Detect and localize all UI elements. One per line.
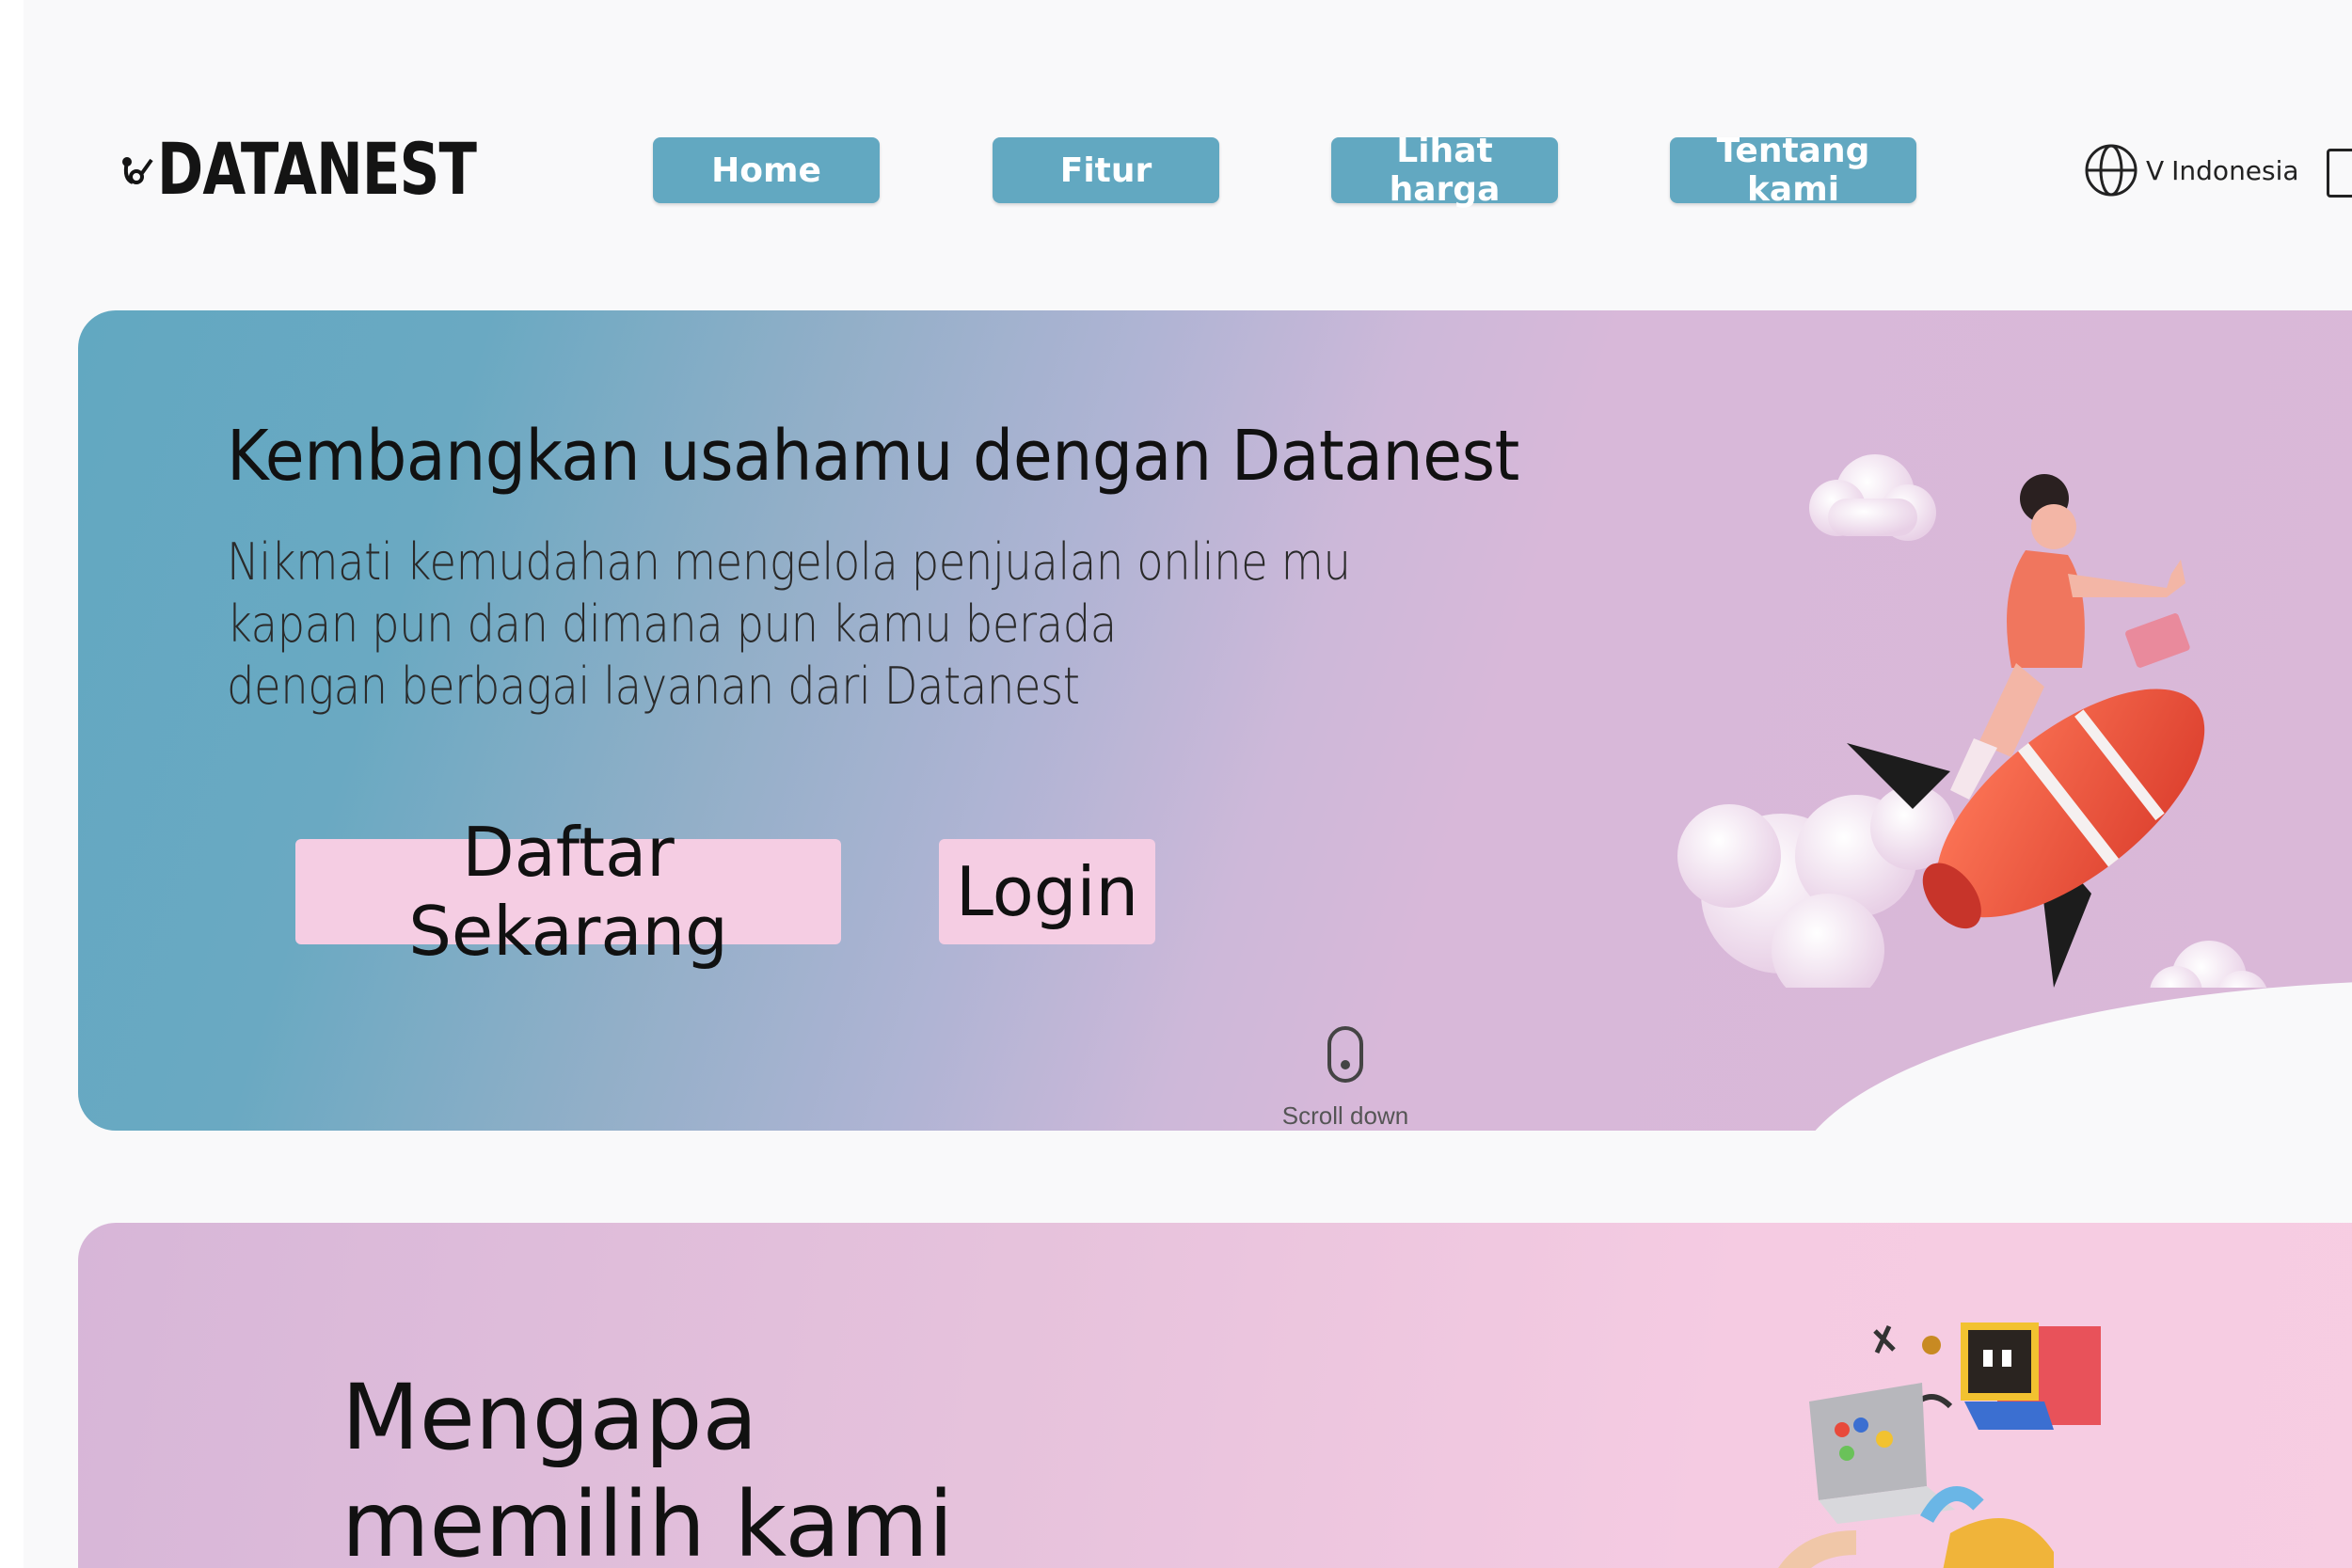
hero-section: Kembangkan usahamu dengan Datanest Nikma…	[78, 310, 2352, 1131]
language-prefix: V	[2146, 154, 2165, 186]
nav-fitur-button[interactable]: Fitur	[993, 137, 1219, 203]
scroll-down-label: Scroll down	[1281, 1101, 1409, 1130]
login-button[interactable]: Login	[939, 839, 1155, 944]
why-title-line: Mengapa	[342, 1365, 758, 1470]
why-section-title: Mengapa memilih kami	[342, 1364, 953, 1568]
register-now-button[interactable]: Daftar Sekarang	[295, 813, 841, 971]
nav-home-button[interactable]: Home	[653, 137, 880, 203]
hero-subtitle-line: Nikmati kemudahan mengelola penjualan on…	[227, 532, 1351, 592]
cloud-top	[1809, 454, 1936, 541]
globe-icon	[2085, 144, 2137, 197]
hero-subtitle: Nikmati kemudahan mengelola penjualan on…	[227, 531, 1534, 718]
page: DATANEST Home Fitur Lihat harga Tentang …	[24, 0, 2352, 1568]
brand-logo[interactable]: DATANEST	[118, 132, 566, 207]
cloud-bottom	[2150, 941, 2267, 988]
hero-corner-curve	[1790, 980, 2352, 1131]
rocket-rider-illustration	[1677, 454, 2267, 988]
nav-lihat-harga-button[interactable]: Lihat harga	[1331, 132, 1558, 209]
scroll-down-indicator[interactable]: Scroll down	[1265, 1025, 1425, 1131]
laptop-apps-illustration	[1778, 1323, 2101, 1568]
why-choose-us-section: Mengapa memilih kami	[78, 1223, 2352, 1568]
hero-subtitle-line: dengan berbagai layanan dari Datanest	[227, 657, 1080, 716]
hero-title: Kembangkan usahamu dengan Datanest	[227, 416, 1519, 497]
logo-mark-icon	[122, 157, 153, 184]
header-extra-control[interactable]	[2327, 149, 2352, 198]
mouse-icon	[1327, 1026, 1363, 1083]
language-selector[interactable]: V Indonesia	[2084, 141, 2299, 199]
nav-tentang-kami-button[interactable]: Tentang kami	[1670, 132, 1916, 209]
why-title-line: memilih kami	[342, 1472, 954, 1568]
language-label: Indonesia	[2171, 154, 2299, 186]
hero-subtitle-line: kapan pun dan dimana pun kamu berada	[227, 594, 1117, 654]
brand-name: DATANEST	[157, 127, 477, 211]
